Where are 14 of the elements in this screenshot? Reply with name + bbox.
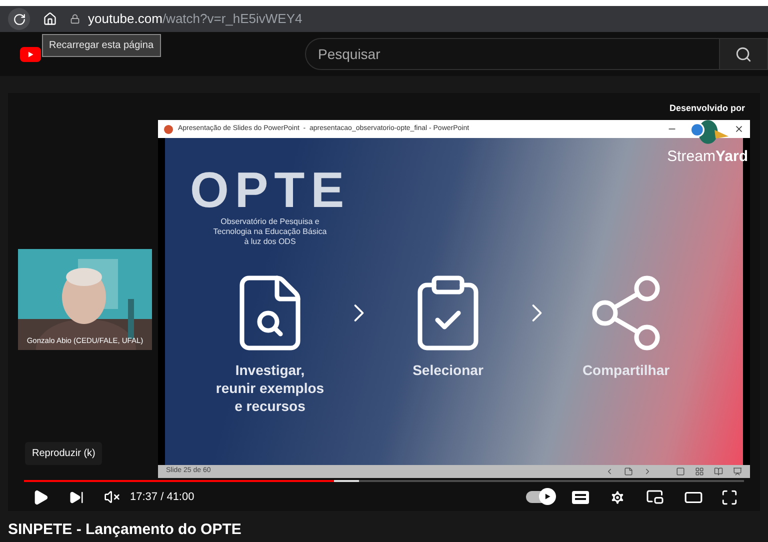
time-display: 17:37 / 41:00 — [130, 490, 194, 505]
tooltip: Recarregar esta página — [42, 34, 161, 57]
opte-logo: OPTE — [190, 163, 350, 217]
slide-subtitle: Observatório de Pesquisa e — [220, 217, 320, 227]
video-title: SINPETE - Lançamento do OPTE — [8, 520, 242, 540]
search-field[interactable]: Pesquisar — [305, 38, 720, 70]
step-label: Investigar, reunir exemplos e recursos — [216, 361, 324, 415]
tooltip: Reproduzir (k) — [25, 442, 102, 465]
step-label: Compartilhar — [582, 361, 670, 379]
slide-subtitle: Tecnologia na Educação Básica — [213, 227, 327, 237]
slide-subtitle: à luz dos ODS — [244, 237, 296, 247]
step-label: Selecionar — [412, 361, 484, 379]
credit-text: Desenvolvido por — [669, 102, 745, 115]
url-text: youtube.com/watch?v=r_hE5ivWEY4 — [88, 10, 302, 28]
